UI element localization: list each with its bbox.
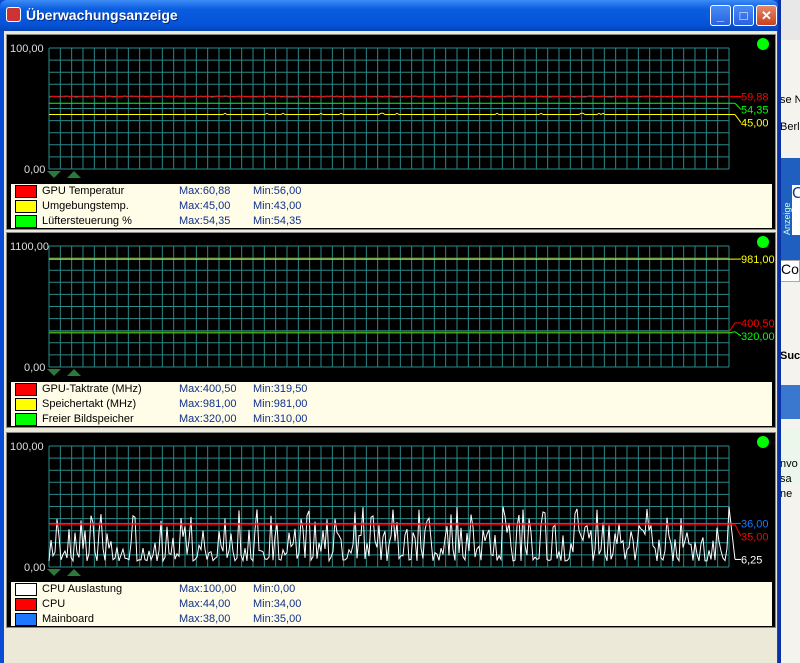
series-color-swatch — [15, 398, 37, 411]
legend-row[interactable]: CPU Auslastung Max:100,00 Min:0,00 — [15, 582, 776, 597]
series-min: Min:54,35 — [253, 215, 302, 227]
current-value-label: 6,25 — [741, 554, 762, 566]
series-color-swatch — [15, 413, 37, 426]
bg-text: C — [792, 185, 800, 235]
series-name: GPU-Taktrate (MHz) — [42, 383, 142, 395]
series-min: Min:34,00 — [253, 598, 302, 610]
legend-row[interactable]: GPU-Taktrate (MHz) Max:400,50 Min:319,50 — [15, 382, 776, 397]
legend-row[interactable]: CPU Max:44,00 Min:34,00 — [15, 597, 776, 612]
graph-panel-3: 100,00 0,00 36,00 35,00 6,25 CPU Auslastun… — [6, 432, 776, 628]
graph-panel-1: 100,00 0,00 59,88 54,35 45,00 GPU Temperat… — [6, 34, 776, 230]
series-color-swatch — [15, 383, 37, 396]
series-max: Max:60,88 — [179, 185, 231, 197]
legend: CPU Auslastung Max:100,00 Min:0,00 CPU M… — [10, 581, 773, 627]
series-name: Umgebungstemp. — [42, 200, 129, 212]
close-button[interactable]: ✕ — [756, 5, 777, 26]
graph-plot: 59,8854,3545,00 — [48, 47, 769, 170]
series-name: CPU Auslastung — [42, 583, 123, 595]
series-line — [49, 112, 735, 116]
series-max: Max:400,50 — [179, 383, 237, 395]
series-color-swatch — [15, 185, 37, 198]
monitor-window: Überwachungsanzeige _ □ ✕ 100,00 0,00 59… — [0, 0, 781, 663]
current-value-label: 35,00 — [741, 531, 769, 543]
bg-text: ne — [780, 488, 793, 500]
bg-text: sa — [780, 473, 792, 485]
graph-plot: 36,0035,00 6,25 — [48, 445, 769, 568]
legend-row[interactable]: Speichertakt (MHz) Max:981,00 Min:981,00 — [15, 397, 776, 412]
series-name: Freier Bildspeicher — [42, 413, 134, 425]
series-min: Min:310,00 — [253, 413, 308, 425]
current-value-label: 400,50 — [741, 318, 775, 330]
series-line — [48, 506, 736, 563]
current-value-label: 36,00 — [741, 518, 769, 530]
series-name: Speichertakt (MHz) — [42, 398, 137, 410]
legend-row[interactable]: Freier Bildspeicher Max:320,00 Min:310,0… — [15, 412, 776, 427]
current-value-label: 320,00 — [741, 331, 775, 343]
series-min: Min:319,50 — [253, 383, 308, 395]
current-value-label: 59,88 — [741, 92, 769, 104]
bg-text: Berl — [780, 121, 800, 133]
series-min: Min:981,00 — [253, 398, 308, 410]
series-max: Max:44,00 — [179, 598, 231, 610]
current-value-label: 45,00 — [741, 118, 769, 130]
series-color-swatch — [15, 598, 37, 611]
legend-row[interactable]: Mainboard Max:38,00 Min:35,00 — [15, 612, 776, 627]
maximize-button[interactable]: □ — [733, 5, 754, 26]
series-min: Min:56,00 — [253, 185, 302, 197]
minimize-button[interactable]: _ — [710, 5, 731, 26]
legend-row[interactable]: GPU Temperatur Max:60,88 Min:56,00 — [15, 184, 776, 199]
series-max: Max:54,35 — [179, 215, 231, 227]
graph-panel-2: 1100,00 0,00 981,00 400,50 320,00 GPU-Takt… — [6, 232, 776, 428]
bg-text: nvo — [780, 458, 798, 470]
window-title: Überwachungsanzeige — [26, 7, 178, 23]
series-max: Max:981,00 — [179, 398, 237, 410]
bg-text: Suc — [780, 350, 800, 362]
series-min: Min:35,00 — [253, 613, 302, 625]
graph-plot: 981,00 400,50320,00 — [48, 245, 775, 368]
title-bar[interactable]: Überwachungsanzeige _ □ ✕ — [0, 0, 778, 31]
legend-row[interactable]: Umgebungstemp. Max:45,00 Min:43,00 — [15, 199, 776, 214]
bg-text: se N — [780, 94, 800, 106]
current-value-label: 981,00 — [741, 254, 775, 266]
series-max: Max:45,00 — [179, 200, 231, 212]
series-min: Min:43,00 — [253, 200, 302, 212]
series-color-swatch — [15, 613, 37, 626]
series-color-swatch — [15, 583, 37, 596]
bg-text: Co — [780, 260, 800, 282]
series-max: Max:38,00 — [179, 613, 231, 625]
legend-row[interactable]: Lüftersteuerung % Max:54,35 Min:54,35 — [15, 214, 776, 229]
legend: GPU-Taktrate (MHz) Max:400,50 Min:319,50… — [10, 381, 773, 427]
series-name: GPU Temperatur — [42, 185, 125, 197]
series-name: Lüftersteuerung % — [42, 215, 132, 227]
legend: GPU Temperatur Max:60,88 Min:56,00 Umgeb… — [10, 183, 773, 229]
series-name: Mainboard — [42, 613, 94, 625]
series-min: Min:0,00 — [253, 583, 296, 595]
client-area: 100,00 0,00 59,88 54,35 45,00 GPU Temperat… — [4, 31, 777, 663]
series-name: CPU — [42, 598, 66, 610]
series-color-swatch — [15, 200, 37, 213]
background-window: se N Berl Anzeige C Co Suc nvo sa ne — [780, 0, 800, 663]
series-color-swatch — [15, 215, 37, 228]
series-max: Max:320,00 — [179, 413, 237, 425]
app-icon — [6, 7, 21, 22]
series-max: Max:100,00 — [179, 583, 237, 595]
current-value-label: 54,35 — [741, 105, 769, 117]
